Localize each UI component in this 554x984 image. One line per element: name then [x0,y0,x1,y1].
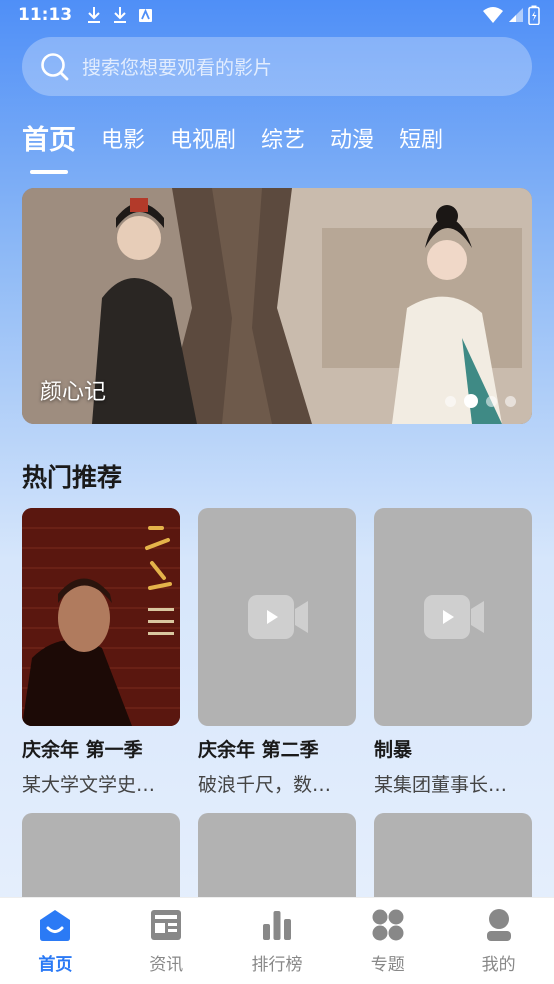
card-title: 庆余年 第二季 [198,739,319,761]
battery-icon [528,5,540,25]
card-description: 某大学文学史… [22,774,156,796]
signal-icon [509,8,523,22]
poster-placeholder [198,508,356,726]
tab-anime[interactable]: 动漫 [330,122,374,160]
card-description: 某集团董事长… [374,774,508,796]
status-bar: 11:13 [0,0,554,30]
video-card[interactable]: 制暴 某集团董事长… [374,508,532,797]
search-icon [41,52,69,80]
news-icon [151,910,182,940]
search-bar[interactable]: 搜索您想要观看的影片 [22,37,532,96]
tab-short-drama[interactable]: 短剧 [399,122,443,160]
nav-news[interactable]: 资讯 [111,898,222,984]
carousel-dot[interactable] [445,395,456,407]
banner-title: 颜心记 [40,380,107,405]
card-title: 制暴 [374,739,413,761]
carousel-dot[interactable] [486,395,497,407]
notification-app-icon [139,8,153,22]
home-icon [40,910,71,941]
card-description: 破浪千尺，数… [198,774,332,796]
poster-artwork [22,508,180,726]
search-input[interactable]: 搜索您想要观看的影片 [82,53,272,80]
nav-home[interactable]: 首页 [0,898,111,984]
nav-profile[interactable]: 我的 [443,898,554,984]
carousel-indicator [445,394,516,408]
topics-icon [372,909,404,941]
nav-label: 我的 [481,955,516,975]
ranking-icon [262,911,291,940]
video-placeholder-icon [248,595,308,639]
card-title: 庆余年 第一季 [22,739,143,761]
poster-placeholder[interactable] [198,813,356,903]
download-icon [88,7,101,23]
download-icon [114,7,127,23]
poster-placeholder[interactable] [22,813,180,903]
category-tabs: 首页 电影 电视剧 综艺 动漫 短剧 [22,122,468,178]
tab-movies[interactable]: 电影 [101,122,145,160]
wifi-icon [483,7,503,23]
profile-icon [486,909,511,941]
nav-label: 专题 [370,955,405,975]
video-card[interactable]: 庆余年 第一季 某大学文学史… [22,508,180,797]
tab-home[interactable]: 首页 [22,122,76,174]
poster-image [22,508,180,726]
nav-label: 资讯 [149,955,184,975]
nav-label: 排行榜 [251,955,303,975]
carousel-dot-active[interactable] [464,394,478,408]
nav-ranking[interactable]: 排行榜 [222,898,333,984]
nav-label: 首页 [38,955,73,975]
carousel-dot[interactable] [505,395,516,407]
tab-variety[interactable]: 综艺 [261,122,305,160]
tab-tv-series[interactable]: 电视剧 [170,122,236,160]
status-time: 11:13 [18,5,73,25]
section-title: 热门推荐 [22,463,123,492]
poster-placeholder [374,508,532,726]
video-placeholder-icon [424,595,484,639]
poster-placeholder[interactable] [374,813,532,903]
video-card[interactable]: 庆余年 第二季 破浪千尺，数… [198,508,356,797]
bottom-navigation: 首页 资讯 排行榜 专题 我的 [0,897,554,984]
banner-carousel[interactable]: 颜心记 [22,188,532,424]
status-right [482,5,540,25]
nav-topics[interactable]: 专题 [332,898,443,984]
